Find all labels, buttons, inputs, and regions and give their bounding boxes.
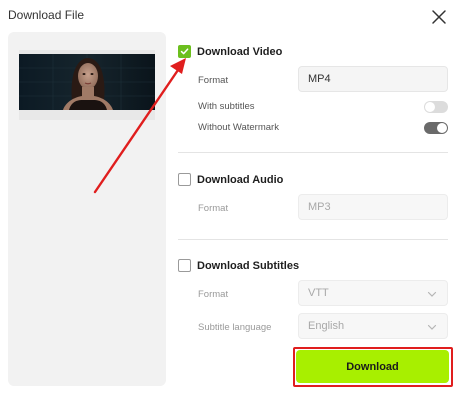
with-subtitles-label: With subtitles (198, 101, 255, 112)
download-file-dialog: Download File Download Video Format MP4 … (0, 0, 458, 400)
download-audio-label: Download Audio (197, 173, 284, 186)
chevron-down-icon (427, 324, 437, 330)
video-format-select[interactable]: MP4 (298, 66, 448, 92)
subtitle-language-label: Subtitle language (198, 322, 272, 333)
section-divider (178, 239, 448, 240)
subtitles-format-select[interactable]: VTT (298, 280, 448, 306)
subtitle-language-value: English (308, 320, 345, 332)
video-format-label: Format (198, 75, 229, 86)
download-subtitles-checkbox[interactable] (178, 259, 191, 272)
download-video-label: Download Video (197, 45, 283, 58)
without-watermark-label: Without Watermark (198, 122, 279, 133)
download-audio-checkbox[interactable] (178, 173, 191, 186)
download-video-option[interactable]: Download Video (178, 45, 282, 58)
audio-format-value: MP3 (308, 201, 331, 213)
dialog-title: Download File (8, 8, 85, 22)
without-watermark-toggle[interactable] (424, 122, 448, 134)
download-audio-option[interactable]: Download Audio (178, 173, 283, 186)
download-button[interactable]: Download (296, 350, 449, 383)
video-thumbnail (19, 54, 155, 110)
with-subtitles-toggle[interactable] (424, 101, 448, 113)
subtitles-format-value: VTT (308, 287, 329, 299)
toggle-knob (437, 123, 447, 133)
audio-format-label: Format (198, 203, 229, 214)
close-button[interactable] (430, 8, 448, 26)
download-subtitles-label: Download Subtitles (197, 259, 300, 272)
close-icon (432, 10, 446, 24)
audio-format-select[interactable]: MP3 (298, 194, 448, 220)
download-subtitles-option[interactable]: Download Subtitles (178, 259, 299, 272)
download-video-checkbox[interactable] (178, 45, 191, 58)
video-format-value: MP4 (308, 73, 331, 85)
checkmark-icon (180, 48, 189, 55)
toggle-knob (425, 102, 435, 112)
chevron-down-icon (427, 291, 437, 297)
video-thumbnail-frame (19, 50, 155, 120)
section-divider (178, 152, 448, 153)
subtitle-language-select[interactable]: English (298, 313, 448, 339)
subtitles-format-label: Format (198, 289, 229, 300)
